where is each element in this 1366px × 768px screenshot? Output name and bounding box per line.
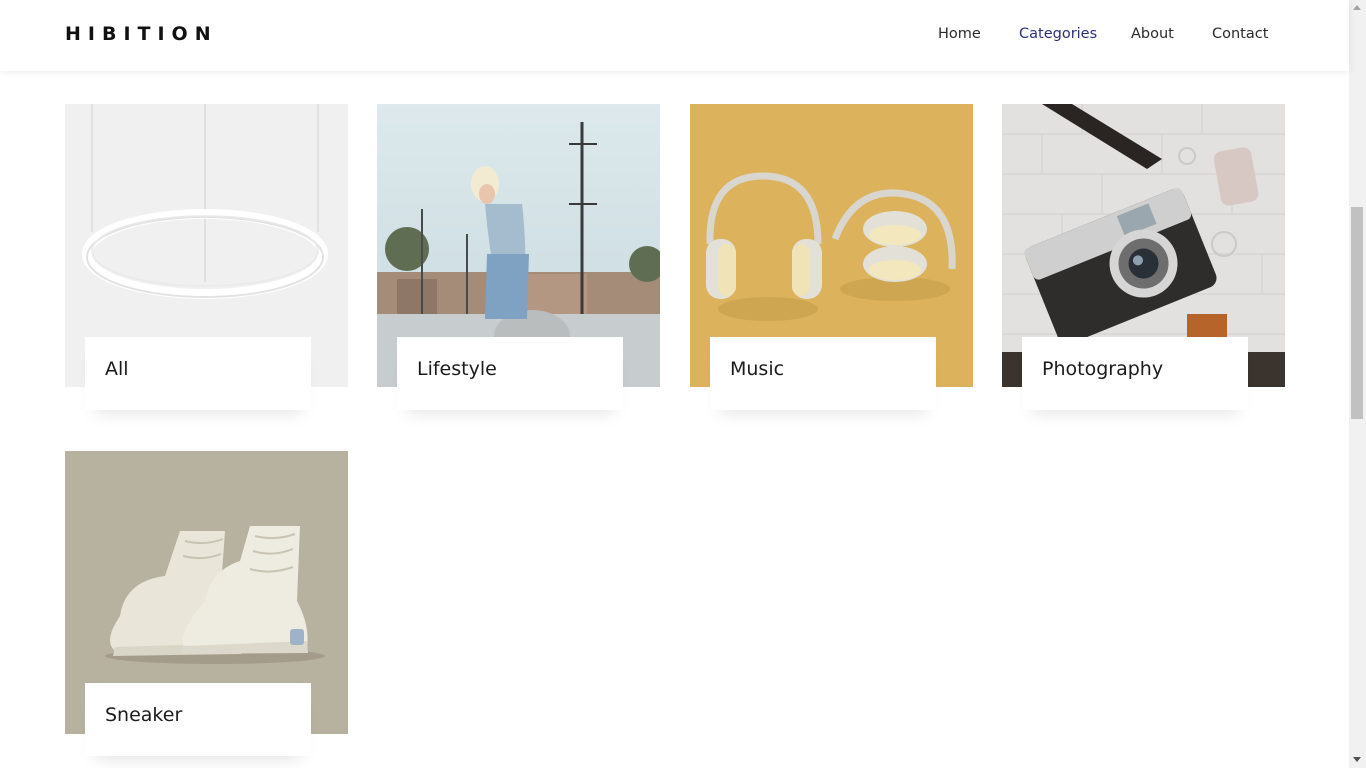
site-header: HIBITION Home Categories About Contact xyxy=(0,0,1349,71)
category-label-music[interactable]: Music xyxy=(710,337,936,410)
nav-categories[interactable]: Categories xyxy=(1019,26,1097,42)
category-title: Photography xyxy=(1042,358,1164,380)
nav-home[interactable]: Home xyxy=(938,26,981,42)
scroll-up-arrow-icon[interactable] xyxy=(1353,5,1361,10)
scroll-down-arrow-icon[interactable] xyxy=(1353,757,1361,762)
page-scrollbar[interactable] xyxy=(1349,0,1366,768)
category-label-all[interactable]: All xyxy=(85,337,311,410)
category-label-lifestyle[interactable]: Lifestyle xyxy=(397,337,623,410)
category-label-photography[interactable]: Photography xyxy=(1022,337,1248,410)
category-label-sneaker[interactable]: Sneaker xyxy=(85,683,311,756)
category-title: Sneaker xyxy=(105,704,183,726)
nav-contact[interactable]: Contact xyxy=(1212,26,1268,42)
nav-about[interactable]: About xyxy=(1131,26,1174,42)
category-title: All xyxy=(105,358,129,380)
category-title: Lifestyle xyxy=(417,358,497,380)
brand-logo[interactable]: HIBITION xyxy=(65,23,218,45)
scroll-thumb[interactable] xyxy=(1351,207,1363,419)
category-title: Music xyxy=(730,358,785,380)
